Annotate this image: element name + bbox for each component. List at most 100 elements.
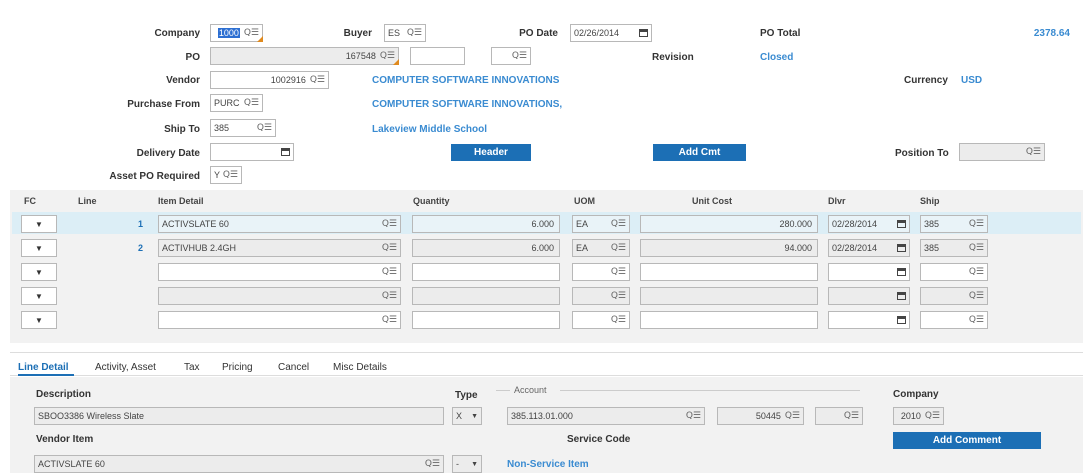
company-field[interactable]: 1000 Q☰ xyxy=(210,24,263,42)
vendor-field[interactable]: 1002916 Q☰ xyxy=(210,71,329,89)
unit-cost-field[interactable] xyxy=(640,287,818,305)
quantity-field[interactable]: 6.000 xyxy=(412,215,560,233)
lookup-icon[interactable]: Q☰ xyxy=(382,243,397,253)
lookup-icon[interactable]: Q☰ xyxy=(611,315,626,325)
lookup-icon[interactable]: Q☰ xyxy=(611,267,626,277)
lookup-icon[interactable]: Q☰ xyxy=(611,219,626,229)
add-cmt-button[interactable]: Add Cmt xyxy=(653,144,746,161)
lookup-icon[interactable]: Q☰ xyxy=(512,51,527,61)
purchase-from-field[interactable]: PURC Q☰ xyxy=(210,94,263,112)
ship-field[interactable]: Q☰ xyxy=(920,287,988,305)
calendar-icon[interactable] xyxy=(639,29,648,37)
ship-field[interactable]: Q☰ xyxy=(920,311,988,329)
item-detail-field[interactable]: Q☰ xyxy=(158,263,401,281)
lookup-icon[interactable]: Q☰ xyxy=(969,267,984,277)
ship-field[interactable]: 385 Q☰ xyxy=(920,239,988,257)
calendar-icon[interactable] xyxy=(897,316,906,324)
lookup-icon[interactable]: Q☰ xyxy=(925,411,940,421)
account-field[interactable]: 385.113.01.000 Q☰ xyxy=(507,407,705,425)
description-field[interactable]: SBOO3386 Wireless Slate xyxy=(34,407,444,425)
service-code-dropdown[interactable]: - ▼ xyxy=(452,455,482,473)
lookup-icon[interactable]: Q☰ xyxy=(382,315,397,325)
purchase-from-name[interactable]: COMPUTER SOFTWARE INNOVATIONS, xyxy=(372,99,562,110)
unit-cost-field[interactable] xyxy=(640,311,818,329)
detail-company-field[interactable]: 2010 Q☰ xyxy=(893,407,944,425)
quantity-field[interactable] xyxy=(412,263,560,281)
lookup-icon[interactable]: Q☰ xyxy=(382,219,397,229)
fc-dropdown[interactable]: ▼ xyxy=(21,287,57,305)
tab-line-detail[interactable]: Line Detail xyxy=(18,362,69,373)
ship-field[interactable]: 385 Q☰ xyxy=(920,215,988,233)
tab-cancel[interactable]: Cancel xyxy=(278,362,309,373)
ship-field[interactable]: Q☰ xyxy=(920,263,988,281)
lookup-icon[interactable]: Q☰ xyxy=(969,291,984,301)
type-dropdown[interactable]: X ▼ xyxy=(452,407,482,425)
item-detail-field[interactable]: Q☰ xyxy=(158,287,401,305)
item-detail-field[interactable]: Q☰ xyxy=(158,311,401,329)
po-date-field[interactable]: 02/26/2014 xyxy=(570,24,652,42)
asset-po-field[interactable]: Y Q☰ xyxy=(210,166,242,184)
lookup-icon[interactable]: Q☰ xyxy=(969,243,984,253)
calendar-icon[interactable] xyxy=(897,220,906,228)
ship-to-field[interactable]: 385 Q☰ xyxy=(210,119,276,137)
quantity-field[interactable]: 6.000 xyxy=(412,239,560,257)
lookup-icon[interactable]: Q☰ xyxy=(382,267,397,277)
delivery-date-field[interactable] xyxy=(210,143,294,161)
lookup-icon[interactable]: Q☰ xyxy=(257,123,272,133)
lookup-icon[interactable]: Q☰ xyxy=(844,411,859,421)
service-type-link[interactable]: Non-Service Item xyxy=(507,459,589,470)
lookup-icon[interactable]: Q☰ xyxy=(382,291,397,301)
buyer-field[interactable]: ES Q☰ xyxy=(384,24,426,42)
account-sub-field[interactable]: 50445 Q☰ xyxy=(717,407,804,425)
calendar-icon[interactable] xyxy=(281,148,290,156)
tab-pricing[interactable]: Pricing xyxy=(222,362,253,373)
calendar-icon[interactable] xyxy=(897,268,906,276)
quantity-field[interactable] xyxy=(412,287,560,305)
po-field[interactable]: 167548 Q☰ xyxy=(210,47,399,65)
position-to-field[interactable]: Q☰ xyxy=(959,143,1045,161)
lookup-icon[interactable]: Q☰ xyxy=(425,459,440,469)
lookup-icon[interactable]: Q☰ xyxy=(785,411,800,421)
unit-cost-field[interactable]: 280.000 xyxy=(640,215,818,233)
add-comment-button[interactable]: Add Comment xyxy=(893,432,1041,449)
lookup-icon[interactable]: Q☰ xyxy=(407,28,422,38)
quantity-field[interactable] xyxy=(412,311,560,329)
fc-dropdown[interactable]: ▼ xyxy=(21,263,57,281)
dlvr-date-field[interactable]: 02/28/2014 xyxy=(828,215,910,233)
vendor-item-field[interactable]: ACTIVSLATE 60 Q☰ xyxy=(34,455,444,473)
uom-field[interactable]: Q☰ xyxy=(572,287,630,305)
uom-field[interactable]: EA Q☰ xyxy=(572,239,630,257)
tab-activity-asset[interactable]: Activity, Asset xyxy=(95,362,156,373)
unit-cost-field[interactable]: 94.000 xyxy=(640,239,818,257)
lookup-icon[interactable]: Q☰ xyxy=(686,411,701,421)
lookup-icon[interactable]: Q☰ xyxy=(223,170,238,180)
vendor-name[interactable]: COMPUTER SOFTWARE INNOVATIONS xyxy=(372,75,559,86)
lookup-icon[interactable]: Q☰ xyxy=(969,315,984,325)
header-button[interactable]: Header xyxy=(451,144,531,161)
uom-field[interactable]: Q☰ xyxy=(572,311,630,329)
unit-cost-field[interactable] xyxy=(640,263,818,281)
item-detail-field[interactable]: ACTIVHUB 2.4GH Q☰ xyxy=(158,239,401,257)
lookup-icon[interactable]: Q☰ xyxy=(969,219,984,229)
lookup-icon[interactable]: Q☰ xyxy=(611,243,626,253)
po-suffix-field[interactable] xyxy=(410,47,465,65)
fc-dropdown[interactable]: ▼ xyxy=(21,311,57,329)
lookup-icon[interactable]: Q☰ xyxy=(244,98,259,108)
account-extra-field[interactable]: Q☰ xyxy=(815,407,863,425)
item-detail-field[interactable]: ACTIVSLATE 60 Q☰ xyxy=(158,215,401,233)
dlvr-date-field[interactable] xyxy=(828,287,910,305)
revision-status[interactable]: Closed xyxy=(760,52,793,63)
lookup-icon[interactable]: Q☰ xyxy=(310,75,325,85)
lookup-icon[interactable]: Q☰ xyxy=(611,291,626,301)
tab-misc-details[interactable]: Misc Details xyxy=(333,362,387,373)
ship-to-name[interactable]: Lakeview Middle School xyxy=(372,124,487,135)
uom-field[interactable]: EA Q☰ xyxy=(572,215,630,233)
fc-dropdown[interactable]: ▼ xyxy=(21,239,57,257)
lookup-icon[interactable]: Q☰ xyxy=(1026,147,1041,157)
uom-field[interactable]: Q☰ xyxy=(572,263,630,281)
dlvr-date-field[interactable] xyxy=(828,311,910,329)
dlvr-date-field[interactable]: 02/28/2014 xyxy=(828,239,910,257)
fc-dropdown[interactable]: ▼ xyxy=(21,215,57,233)
dlvr-date-field[interactable] xyxy=(828,263,910,281)
tab-tax[interactable]: Tax xyxy=(184,362,200,373)
